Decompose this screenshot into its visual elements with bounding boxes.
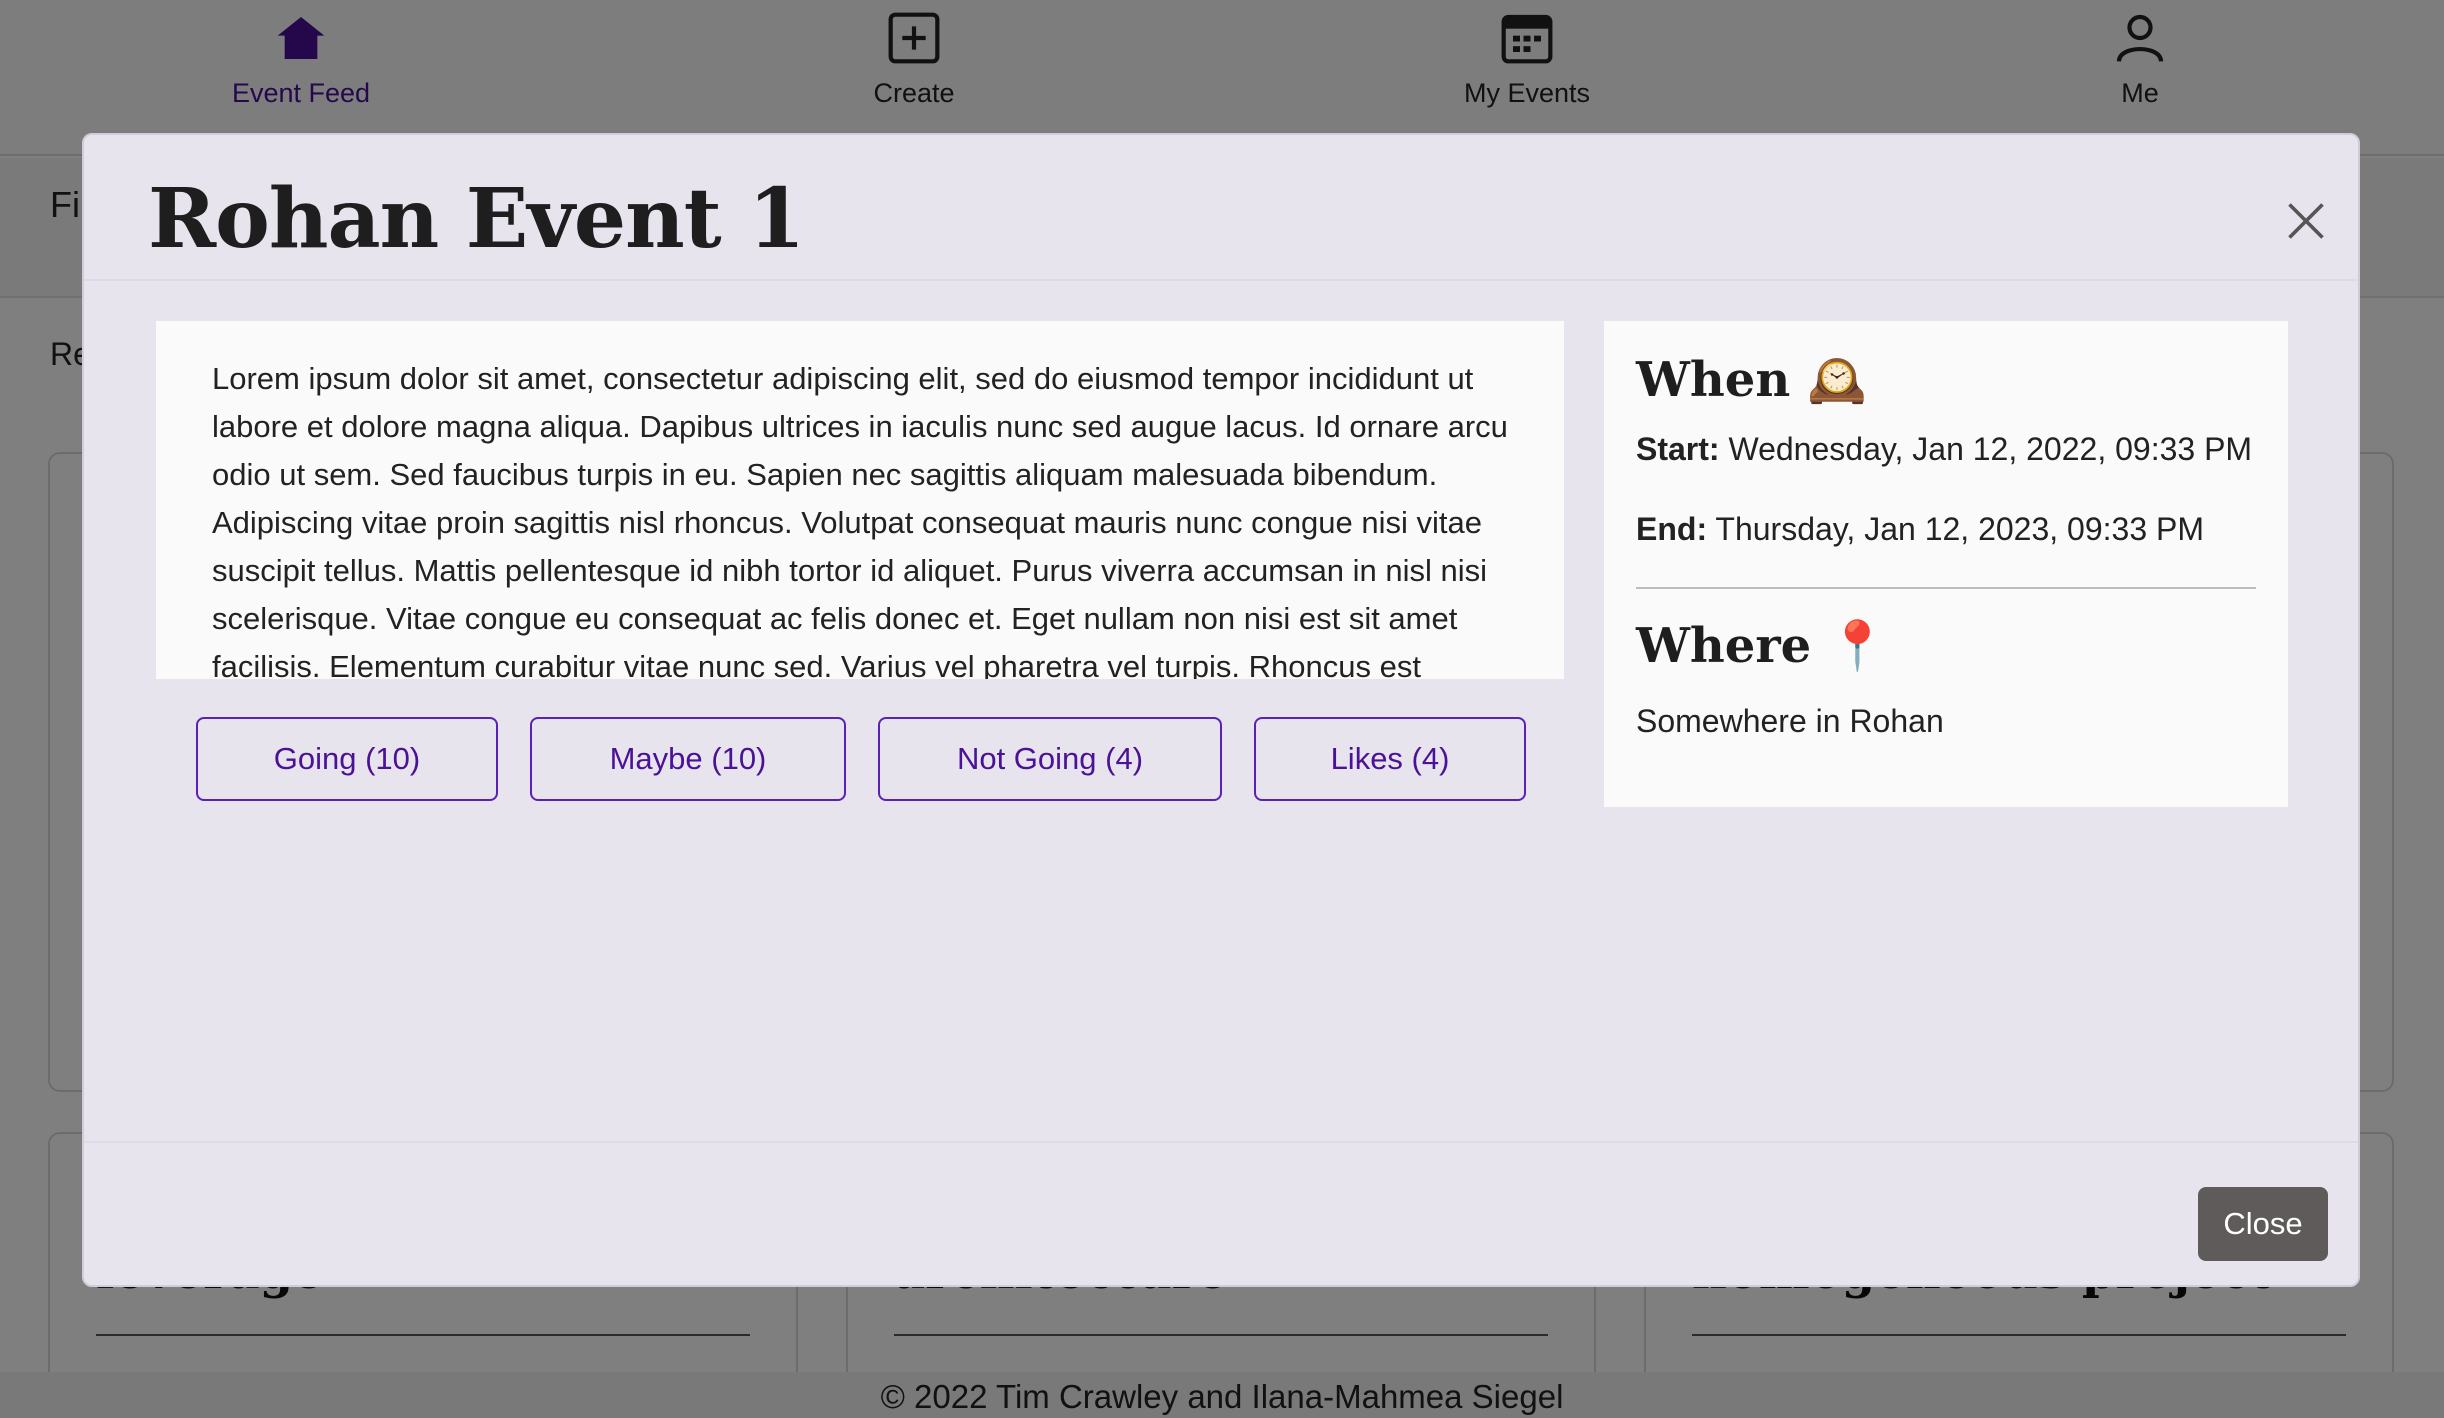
going-button[interactable]: Going (10) xyxy=(196,717,498,801)
info-divider xyxy=(1636,587,2256,589)
start-value: Wednesday, Jan 12, 2022, 09:33 PM xyxy=(1728,431,2253,467)
when-heading: When 🕰️ xyxy=(1636,352,1867,408)
close-button[interactable]: Close xyxy=(2198,1187,2328,1261)
maybe-button[interactable]: Maybe (10) xyxy=(530,717,846,801)
modal-footer: Close xyxy=(84,1141,2358,1285)
event-detail-modal: Rohan Event 1 Lorem ipsum dolor sit amet… xyxy=(82,133,2360,1287)
close-icon[interactable] xyxy=(2284,199,2328,243)
start-label: Start: xyxy=(1636,431,1720,467)
event-description: Lorem ipsum dolor sit amet, consectetur … xyxy=(212,361,1508,679)
event-description-box[interactable]: Lorem ipsum dolor sit amet, consectetur … xyxy=(156,321,1564,679)
where-heading: Where 📍 xyxy=(1636,618,1888,674)
end-label: End: xyxy=(1636,511,1708,547)
event-info-panel: When 🕰️ Start: Wednesday, Jan 12, 2022, … xyxy=(1604,321,2288,807)
likes-button[interactable]: Likes (4) xyxy=(1254,717,1526,801)
event-location: Somewhere in Rohan xyxy=(1636,703,1944,739)
modal-header: Rohan Event 1 xyxy=(84,135,2358,281)
start-time: Start: Wednesday, Jan 12, 2022, 09:33 PM xyxy=(1636,431,2252,468)
end-value: Thursday, Jan 12, 2023, 09:33 PM xyxy=(1715,511,2204,547)
end-time: End: Thursday, Jan 12, 2023, 09:33 PM xyxy=(1636,511,2204,548)
not-going-button[interactable]: Not Going (4) xyxy=(878,717,1222,801)
modal-title: Rohan Event 1 xyxy=(148,171,805,267)
